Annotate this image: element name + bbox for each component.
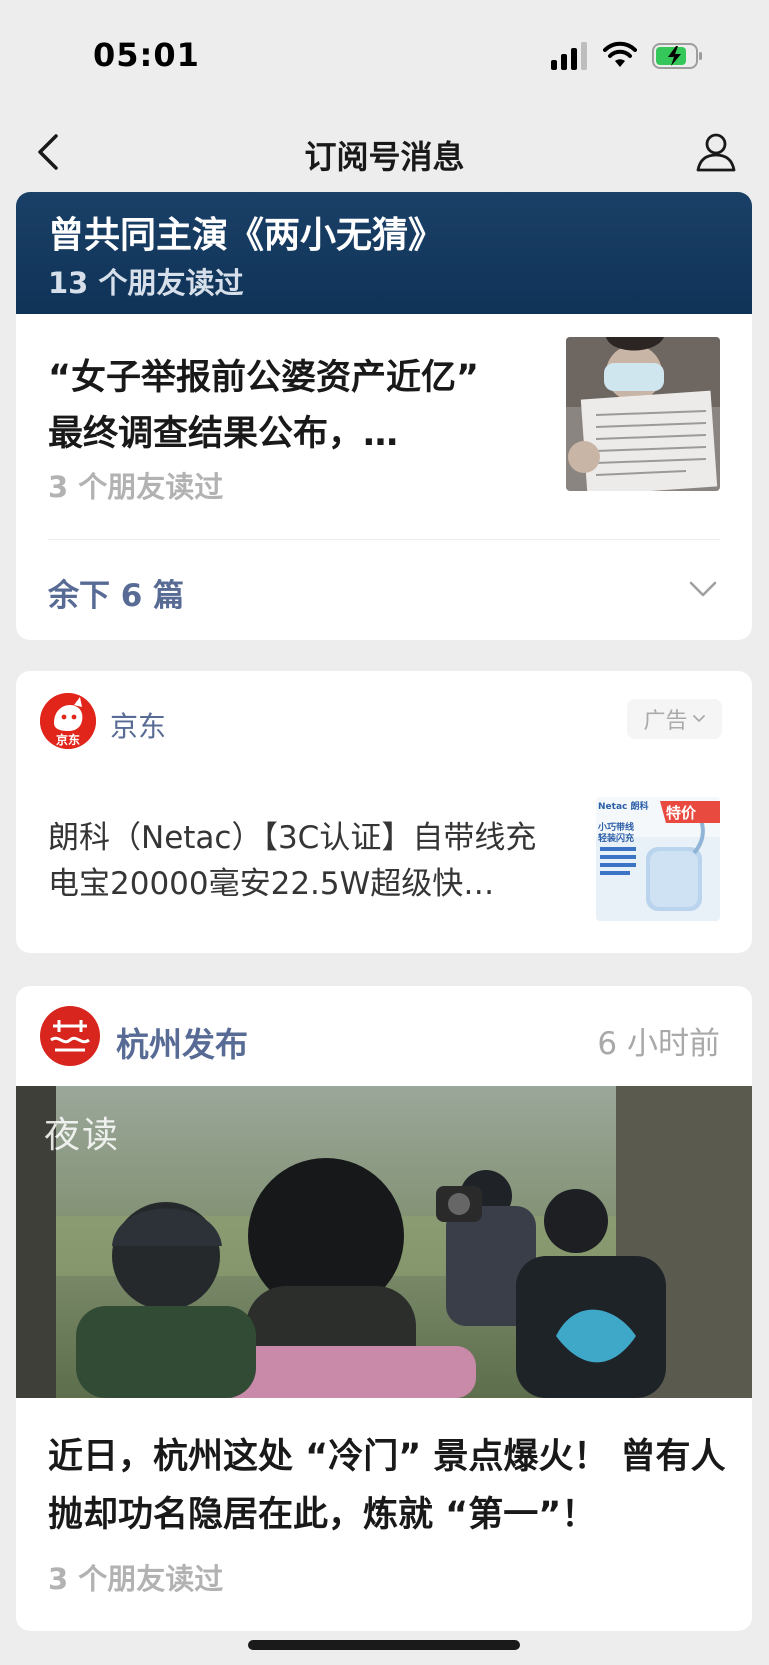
article-thumbnail[interactable] bbox=[566, 337, 720, 491]
account-name[interactable]: 杭州发布 bbox=[116, 1018, 248, 1066]
more-articles-link[interactable]: 余下 6 篇 bbox=[48, 570, 184, 615]
account-article-card[interactable]: 杭州发布 6 小时前 夜读 近日，杭州这处 “冷门” 景点爆火！ 曾有人抛却功名… bbox=[16, 986, 752, 1631]
article-thumbnail-image bbox=[566, 337, 720, 491]
divider bbox=[48, 539, 720, 540]
back-button[interactable] bbox=[28, 126, 68, 178]
article-title: 近日，杭州这处 “冷门” 景点爆火！ 曾有人抛却功名隐居在此，炼就 “第一”！ bbox=[48, 1437, 726, 1535]
page-title: 订阅号消息 bbox=[304, 138, 465, 176]
cover-article-reads: 13 个朋友读过 bbox=[48, 266, 244, 300]
nav-bar: 订阅号消息 bbox=[0, 112, 769, 192]
ad-product-image[interactable]: Netac 朗科 特价 小巧带线 轻装闪充 bbox=[596, 797, 720, 921]
article-title: “女子举报前公婆资产近亿” 最终调查结果公布，… bbox=[48, 358, 480, 454]
cover-overlay-text: 夜读 bbox=[44, 1115, 121, 1156]
post-time: 6 小时前 bbox=[597, 1026, 720, 1062]
ad-card[interactable]: 京东 京东 广告 朗科（Netac）【3C认证】自带线充电宝20000毫安22.… bbox=[16, 671, 752, 953]
advertiser-name[interactable]: 京东 bbox=[110, 705, 166, 745]
subscription-bundle-card: 曾共同主演《两小无猜》 13 个朋友读过 “女子举报前公婆资产近亿” 最终调查结… bbox=[16, 192, 752, 640]
article-read-count: 3 个朋友读过 bbox=[48, 470, 224, 504]
wifi-icon bbox=[603, 41, 637, 67]
photographers-photo bbox=[16, 1086, 752, 1398]
article-cover-image[interactable]: 夜读 bbox=[16, 1086, 752, 1398]
profile-icon bbox=[696, 133, 736, 172]
article-read-count: 3 个朋友读过 bbox=[48, 1562, 224, 1596]
ad-badge-label: 广告 bbox=[643, 709, 688, 734]
chevron-down-icon[interactable] bbox=[688, 576, 718, 602]
status-bar: 05:01 bbox=[0, 0, 769, 110]
jd-logo[interactable]: 京东 bbox=[40, 693, 96, 749]
battery-charging-icon bbox=[652, 43, 702, 69]
cover-article-banner[interactable]: 曾共同主演《两小无猜》 13 个朋友读过 bbox=[16, 192, 752, 314]
cover-article-title: 曾共同主演《两小无猜》 bbox=[48, 215, 445, 256]
hangzhou-emblem-icon bbox=[50, 1020, 90, 1052]
profile-button[interactable] bbox=[691, 126, 741, 178]
ad-badge[interactable]: 广告 bbox=[627, 699, 722, 739]
jd-logo-text: 京东 bbox=[55, 733, 80, 747]
ad-image-brand: Netac 朗科 bbox=[598, 802, 649, 812]
chevron-down-icon bbox=[692, 715, 705, 722]
status-time: 05:01 bbox=[93, 36, 200, 74]
signal-icon bbox=[551, 42, 587, 70]
ad-image-caption: 小巧带线 轻装闪充 bbox=[598, 823, 635, 844]
ad-description: 朗科（Netac）【3C认证】自带线充电宝20000毫安22.5W超级快… bbox=[48, 820, 537, 902]
power-bank-image bbox=[596, 797, 720, 921]
ad-sale-tag: 特价 bbox=[666, 804, 697, 822]
back-arrow-icon bbox=[38, 134, 58, 170]
home-indicator[interactable] bbox=[248, 1640, 520, 1650]
hangzhou-logo[interactable] bbox=[40, 1006, 100, 1066]
